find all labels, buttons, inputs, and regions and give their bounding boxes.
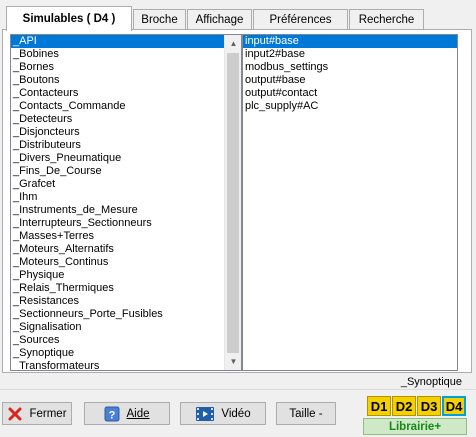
close-icon (8, 407, 22, 420)
tab-panel: _API _Bobines _Bornes _Boutons _Contacteurs _… (2, 29, 472, 373)
list-item[interactable]: _Distributeurs (11, 139, 224, 152)
display-tab-d1[interactable]: D1 (367, 396, 391, 416)
tab-broche[interactable]: Broche (133, 9, 186, 29)
help-icon: ? (104, 406, 120, 421)
svg-text:?: ? (109, 409, 116, 421)
tab-affichage[interactable]: Affichage (187, 9, 252, 29)
close-button[interactable]: Fermer (2, 402, 72, 425)
list-item[interactable]: _Contacts_Commande (11, 100, 224, 113)
tab-simulables[interactable]: Simulables ( D4 ) (6, 6, 132, 31)
list-item[interactable]: _Sources (11, 334, 224, 347)
help-label: Aide (126, 407, 150, 420)
display-tab-d3[interactable]: D3 (417, 396, 441, 416)
list-item[interactable]: _Physique (11, 269, 224, 282)
list-item[interactable]: input#base (243, 35, 457, 48)
scroll-thumb[interactable] (227, 53, 239, 353)
display-tab-d2[interactable]: D2 (392, 396, 416, 416)
video-icon (196, 406, 215, 421)
list-item[interactable]: _Bobines (11, 48, 224, 61)
category-list[interactable]: _API _Bobines _Bornes _Boutons _Contacteurs _… (10, 34, 242, 371)
list-item[interactable]: _Disjoncteurs (11, 126, 224, 139)
size-button[interactable]: Taille - (276, 402, 336, 425)
list-item[interactable]: _Relais_Thermiques (11, 282, 224, 295)
list-item[interactable]: _Resistances (11, 295, 224, 308)
video-label: Vidéo (221, 407, 251, 420)
status-label: _Synoptique (400, 376, 462, 388)
list-item[interactable]: _Bornes (11, 61, 224, 74)
list-item[interactable]: _Moteurs_Continus (11, 256, 224, 269)
video-button[interactable]: Vidéo (180, 402, 266, 425)
scroll-down-icon[interactable]: ▼ (225, 353, 241, 370)
list-item[interactable]: _Moteurs_Alternatifs (11, 243, 224, 256)
display-tab-d4[interactable]: D4 (442, 396, 466, 416)
tab-preferences[interactable]: Préférences (253, 9, 348, 29)
list-item[interactable]: _Contacteurs (11, 87, 224, 100)
list-item[interactable]: _Grafcet (11, 178, 224, 191)
library-button[interactable]: Librairie+ (363, 418, 467, 435)
close-label: Fermer (29, 407, 67, 420)
list-item[interactable]: _Synoptique (11, 347, 224, 360)
list-item[interactable]: input2#base (243, 48, 457, 61)
list-item[interactable]: _API (11, 35, 224, 48)
list-item[interactable]: _Masses+Terres (11, 230, 224, 243)
list-item[interactable]: _Sectionneurs_Porte_Fusibles (11, 308, 224, 321)
list-item[interactable]: _Divers_Pneumatique (11, 152, 224, 165)
list-item[interactable]: _Interrupteurs_Sectionneurs (11, 217, 224, 230)
component-items: input#base input2#base modbus_settings outp… (243, 35, 457, 113)
category-scrollbar[interactable]: ▲ ▼ (224, 35, 241, 370)
list-item[interactable]: _Detecteurs (11, 113, 224, 126)
list-item[interactable]: _Transformateurs (11, 360, 224, 370)
component-list[interactable]: input#base input2#base modbus_settings outp… (242, 34, 458, 371)
list-item[interactable]: _Instruments_de_Mesure (11, 204, 224, 217)
list-item[interactable]: _Signalisation (11, 321, 224, 334)
list-item[interactable]: output#base (243, 74, 457, 87)
list-item[interactable]: _Boutons (11, 74, 224, 87)
size-label: Taille - (289, 407, 323, 420)
help-button[interactable]: ? Aide (84, 402, 170, 425)
list-item[interactable]: _Fins_De_Course (11, 165, 224, 178)
app-window: Simulables ( D4 ) Broche Affichage Préfé… (0, 0, 476, 437)
tab-strip: Simulables ( D4 ) Broche Affichage Préfé… (2, 6, 476, 31)
scroll-up-icon[interactable]: ▲ (225, 35, 241, 52)
list-item[interactable]: modbus_settings (243, 61, 457, 74)
list-item[interactable]: _Ihm (11, 191, 224, 204)
category-items: _API _Bobines _Bornes _Boutons _Contacteurs _… (11, 35, 224, 370)
tab-recherche[interactable]: Recherche (349, 9, 424, 29)
list-item[interactable]: output#contact (243, 87, 457, 100)
list-item[interactable]: plc_supply#AC (243, 100, 457, 113)
